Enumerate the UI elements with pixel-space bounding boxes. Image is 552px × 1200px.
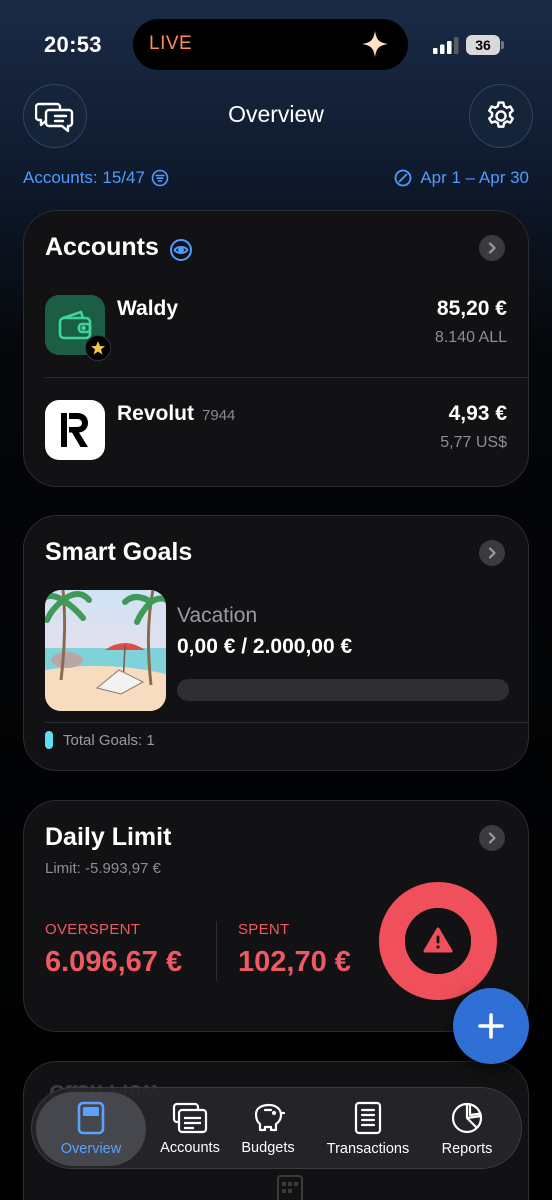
total-goals: Total Goals: 1	[45, 731, 155, 749]
tab-label: Transactions	[326, 1141, 410, 1157]
account-row-revolut[interactable]: Revolut 7944 4,93 € 5,77 US$	[45, 400, 507, 472]
goals-divider	[45, 722, 528, 723]
favorite-badge	[85, 335, 111, 361]
sparkle-icon	[362, 31, 388, 57]
overspent-value: 6.096,67 €	[45, 946, 183, 978]
account-name: Waldy	[117, 297, 178, 321]
tab-overview[interactable]: Overview	[36, 1092, 146, 1166]
overview-icon	[77, 1101, 105, 1135]
smart-goals-more-button[interactable]	[479, 540, 505, 566]
chevron-right-icon	[488, 832, 496, 844]
date-range-label: Apr 1 – Apr 30	[420, 168, 529, 187]
total-goals-marker	[45, 731, 53, 749]
account-name-text: Waldy	[117, 297, 179, 320]
daily-limit-card[interactable]: Daily Limit Limit: -5.993,97 € OVERSPENT…	[23, 800, 529, 1032]
goal-image	[45, 590, 166, 711]
filter-row: Accounts: 15/47 Apr 1 – Apr 30	[23, 168, 529, 192]
overspent-label: OVERSPENT	[45, 921, 141, 938]
stat-divider	[216, 921, 217, 981]
accounts-icon	[172, 1102, 208, 1134]
account-amount: 85,20 €	[436, 297, 507, 320]
tab-budgets[interactable]: Budgets	[238, 1088, 298, 1170]
tab-transactions[interactable]: Transactions	[315, 1088, 421, 1170]
status-time: 20:53	[44, 32, 102, 57]
tab-label: Reports	[441, 1141, 493, 1157]
accounts-filter-button[interactable]: Accounts: 15/47	[23, 168, 169, 188]
dynamic-island[interactable]: LIVE	[133, 19, 408, 70]
battery-indicator: 36	[466, 35, 500, 55]
account-secondary-amount: 8.140 ALL	[434, 329, 507, 346]
accounts-card[interactable]: Accounts Waldy 85,20 € 8.140 ALL Revolut…	[23, 210, 529, 487]
star-icon	[91, 341, 105, 355]
wallet-icon	[58, 310, 92, 340]
accounts-divider	[45, 377, 528, 378]
signal-icon	[433, 37, 459, 54]
accounts-card-title: Accounts	[45, 233, 159, 261]
add-button[interactable]	[453, 988, 529, 1064]
tab-reports[interactable]: Reports	[430, 1088, 504, 1170]
goal-amount: 0,00 € / 2.000,00 €	[177, 635, 353, 658]
tab-label: Budgets	[241, 1140, 295, 1156]
chevron-right-icon	[488, 242, 496, 254]
filter-icon	[151, 169, 169, 187]
live-label: LIVE	[149, 33, 193, 54]
gear-icon	[488, 101, 514, 128]
battery-cap	[501, 41, 504, 49]
piggy-bank-icon	[254, 1103, 286, 1132]
status-bar: 20:53 LIVE 36	[0, 0, 552, 90]
date-range-button[interactable]: Apr 1 – Apr 30	[394, 168, 529, 188]
tab-label: Accounts	[160, 1140, 220, 1156]
spent-label: SPENT	[238, 921, 290, 938]
accounts-filter-label: Accounts: 15/47	[23, 168, 145, 187]
limit-ring	[379, 882, 497, 1000]
spent-value: 102,70 €	[238, 946, 351, 978]
calendar-slash-icon	[394, 169, 412, 187]
goal-progress-bar	[177, 679, 509, 701]
tab-bar: Overview Accounts Budgets Transactions R…	[31, 1087, 522, 1169]
account-row-waldy[interactable]: Waldy 85,20 € 8.140 ALL	[45, 295, 507, 367]
goal-name: Vacation	[177, 604, 258, 627]
smart-goals-title: Smart Goals	[45, 538, 193, 566]
daily-limit-title: Daily Limit	[45, 823, 172, 851]
limit-value: Limit: -5.993,97 €	[45, 860, 161, 877]
transactions-icon	[354, 1101, 382, 1135]
account-secondary-amount: 5,77 US$	[440, 434, 507, 451]
account-amount: 4,93 €	[448, 402, 507, 425]
revolut-logo	[45, 400, 105, 460]
tab-label: Overview	[60, 1141, 122, 1157]
settings-button[interactable]	[469, 84, 533, 148]
calculator-icon	[277, 1175, 303, 1200]
eye-icon[interactable]	[169, 238, 193, 262]
daily-limit-more-button[interactable]	[479, 825, 505, 851]
chevron-right-icon	[488, 547, 496, 559]
total-goals-label: Total Goals: 1	[63, 731, 155, 749]
account-number: 7944	[202, 407, 236, 424]
revolut-r-icon	[61, 413, 88, 447]
account-name: Revolut 7944	[117, 402, 235, 426]
tab-accounts[interactable]: Accounts	[142, 1088, 238, 1170]
plus-icon	[478, 1013, 504, 1039]
smart-goals-card[interactable]: Smart Goals Vacation 0,00 € / 2.000,00 €	[23, 515, 529, 771]
pie-chart-icon	[451, 1102, 483, 1134]
accounts-card-more-button[interactable]	[479, 235, 505, 261]
account-name-text: Revolut	[117, 402, 195, 425]
